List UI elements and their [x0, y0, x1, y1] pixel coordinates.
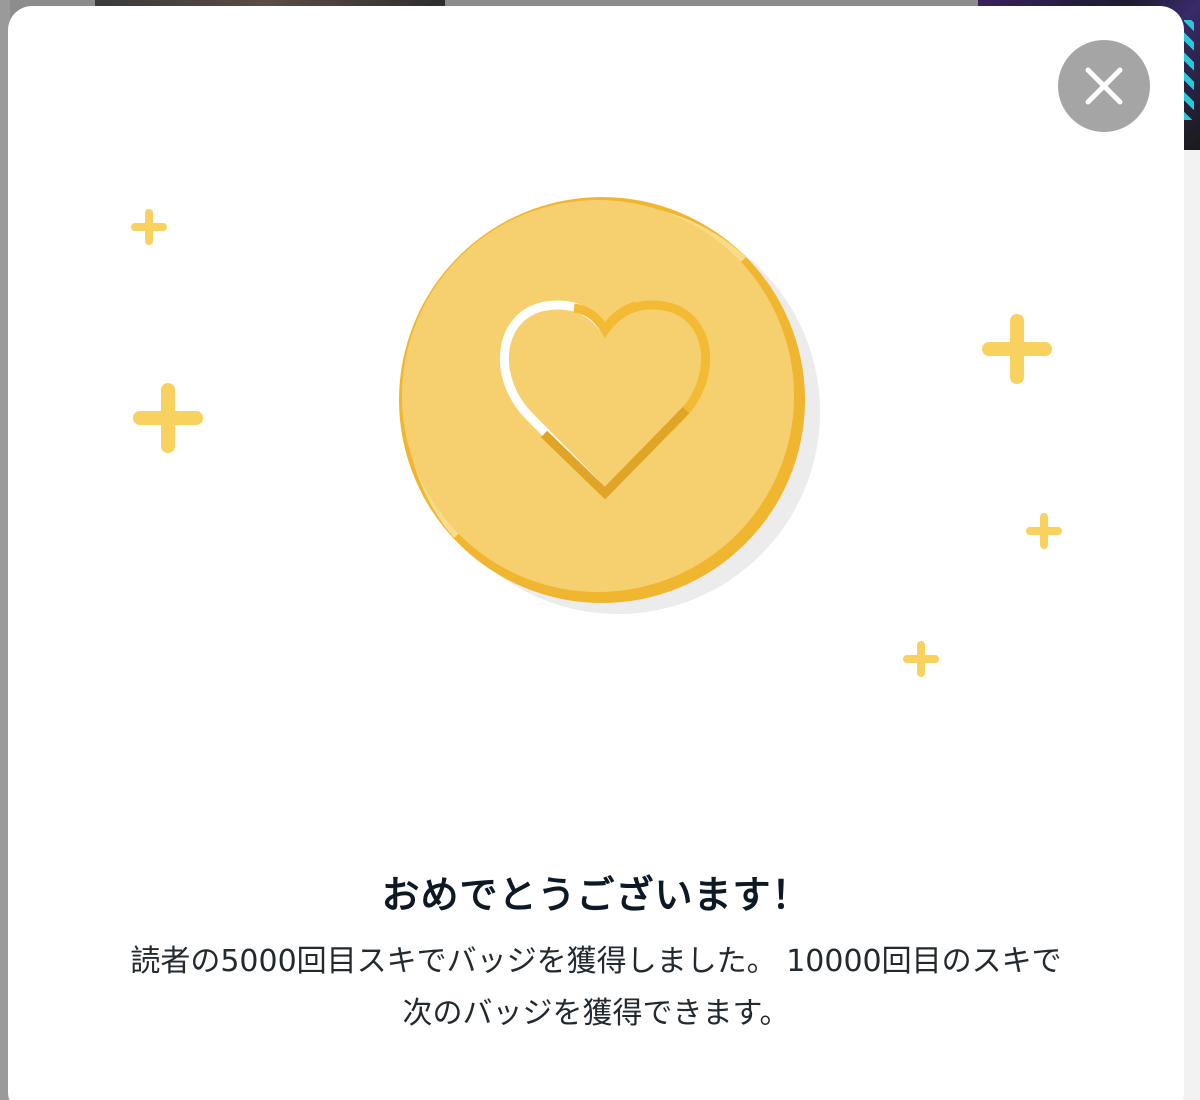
close-icon [1085, 67, 1123, 105]
sparkle-icon [133, 383, 203, 453]
sparkle-icon [131, 209, 167, 245]
sparkle-icon [1026, 513, 1062, 549]
sparkle-icon [903, 641, 939, 677]
heart-coin-icon [399, 197, 820, 614]
badge-coin [390, 190, 830, 630]
message-line: 読者の5000回目スキでバッジを獲得しました。 10000回目のスキで [130, 944, 1062, 979]
modal-message: 読者の5000回目スキでバッジを獲得しました。 10000回目のスキで 次のバッ… [48, 936, 1144, 1040]
close-button[interactable] [1058, 40, 1150, 132]
sparkle-icon [982, 314, 1052, 384]
modal-title: おめでとうございます！ [381, 873, 811, 917]
badge-modal: おめでとうございます！ 読者の5000回目スキでバッジを獲得しました。 1000… [8, 6, 1184, 1100]
message-line: 次のバッジを獲得できます。 [402, 996, 790, 1031]
